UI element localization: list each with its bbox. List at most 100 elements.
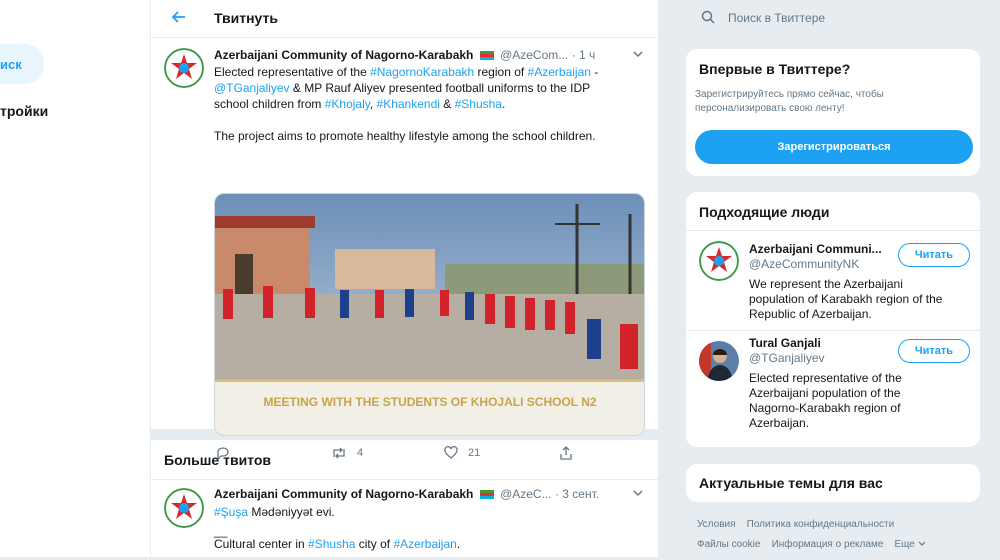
tweet-line: Cultural center in #Shusha city of #Azer… (214, 536, 644, 552)
tweet-line: #Şuşa Mədəniyyət evi. (214, 504, 644, 520)
like-button[interactable]: 21 (444, 446, 480, 460)
community-logo-icon (164, 488, 204, 528)
user-handle[interactable]: @AzeCommunityNK (749, 257, 859, 271)
tweet-media-video[interactable]: MEETING WITH THE STUDENTS OF KHOJALI SCH… (214, 193, 645, 436)
back-arrow-icon[interactable] (171, 9, 187, 25)
tweet-time[interactable]: · 1 ч (572, 48, 596, 62)
page-title: Твитнуть (214, 10, 278, 26)
footer-link-ads[interactable]: Информация о рекламе (772, 539, 884, 550)
tweet-line: __ (214, 524, 228, 538)
avatar[interactable] (164, 488, 204, 528)
nav-search[interactable]: иск (0, 44, 44, 84)
tweet-time[interactable]: · 3 сент. (555, 487, 599, 501)
chevron-down-icon[interactable] (632, 487, 644, 499)
share-button[interactable] (559, 446, 573, 460)
text: school children from (214, 97, 325, 111)
tweet[interactable]: Azerbaijani Community of Nagorno-Karabak… (151, 480, 658, 560)
new-to-twitter-card: Впервые в Твиттере? Зарегистрируйтесь пр… (685, 48, 981, 177)
video-caption: MEETING WITH THE STUDENTS OF KHOJALI SCH… (263, 395, 596, 409)
tweet[interactable]: Azerbaijani Community of Nagorno-Karabak… (151, 38, 658, 460)
chevron-down-icon[interactable] (632, 48, 644, 60)
text: & MP Rauf Aliyev presented football unif… (289, 81, 591, 95)
retweet-button[interactable]: 4 (331, 446, 363, 460)
tweet-author-name[interactable]: Azerbaijani Community of Nagorno-Karabak… (214, 48, 473, 62)
azerbaijan-flag-icon (479, 51, 494, 60)
follow-button[interactable]: Читать (898, 339, 970, 363)
signup-button[interactable]: Зарегистрироваться (695, 130, 973, 164)
tweet-text: #Şuşa Mədəniyyət evi. __ Cultural center… (214, 504, 644, 552)
tweet-author-name[interactable]: Azerbaijani Community of Nagorno-Karabak… (214, 487, 473, 501)
card-title: Подходящие люди (699, 204, 830, 220)
user-name[interactable]: Tural Ganjali (749, 336, 821, 350)
text-line: Зарегистрируйтесь прямо сейчас, чтобы (695, 89, 884, 100)
text: Elected representative of the (214, 65, 371, 79)
text: Mədəniyyət evi. (248, 505, 335, 519)
chevron-down-icon (918, 541, 926, 546)
like-icon (444, 446, 458, 459)
person-photo-icon (699, 341, 739, 381)
bio-line: Republic of Azerbaijan. (749, 307, 872, 321)
retweet-count: 4 (357, 447, 364, 459)
azerbaijan-flag-icon (479, 490, 494, 499)
who-to-follow-card: Подходящие люди Azerbaijani Communi... @… (685, 191, 982, 448)
suggested-user[interactable]: Tural Ganjali @TGanjaliyev Читать Electe… (686, 330, 982, 448)
user-name[interactable]: Azerbaijani Communi... (749, 242, 882, 256)
text: & (439, 97, 455, 111)
follow-button[interactable]: Читать (898, 243, 970, 267)
footer-link-cookies[interactable]: Файлы cookie (697, 539, 760, 550)
user-bio: We represent the Azerbaijani population … (749, 277, 942, 322)
search-icon (701, 10, 715, 24)
bio-line: population of Karabakh region of the (749, 292, 943, 306)
trends-card: Актуальные темы для вас (685, 463, 981, 503)
text: Cultural center in (214, 537, 309, 551)
hashtag-link[interactable]: #Shusha (455, 97, 502, 111)
hashtag-link[interactable]: #NagornoKarabakh (370, 65, 474, 79)
card-text: Зарегистрируйтесь прямо сейчас, чтобы пе… (686, 77, 980, 116)
like-count: 21 (468, 447, 481, 459)
search-input[interactable]: Поиск в Твиттере (685, 0, 981, 34)
avatar[interactable] (164, 48, 204, 88)
share-icon (560, 446, 572, 460)
hashtag-link[interactable]: #Khojaly (325, 97, 370, 111)
mention-link[interactable]: @TGanjaliyev (214, 81, 290, 95)
footer-link-more[interactable]: Еще (895, 539, 926, 550)
tweet-text: Elected representative of the #NagornoKa… (214, 64, 644, 144)
retweet-icon (333, 447, 345, 459)
text-line: персонализировать свою ленту! (695, 103, 845, 114)
hashtag-link[interactable]: #Şuşa (214, 505, 248, 519)
hashtag-link[interactable]: #Azerbaijan (528, 65, 591, 79)
user-bio: Elected representative of the Azerbaijan… (749, 371, 902, 431)
hashtag-link[interactable]: #Khankendi (377, 97, 440, 111)
left-navigation: иск тройки (0, 0, 150, 557)
bio-line: Elected representative of the (749, 371, 902, 385)
card-title: Актуальные темы для вас (699, 475, 883, 491)
search-placeholder: Поиск в Твиттере (728, 11, 826, 25)
reply-button[interactable] (216, 446, 230, 460)
text: , (369, 97, 377, 111)
user-handle[interactable]: @TGanjaliyev (749, 351, 825, 365)
avatar[interactable] (699, 341, 739, 381)
tweet-line: @TGanjaliyev & MP Rauf Aliyev presented … (214, 80, 644, 96)
main-column: Твитнуть Azerbaijani Community of Nagorn… (150, 0, 659, 560)
footer-link-privacy[interactable]: Политика конфиденциальности (747, 519, 895, 530)
nav-settings[interactable]: тройки (0, 103, 48, 119)
bio-line: Azerbaijani population of the (749, 386, 901, 400)
footer-row: Условия Политика конфиденциальности (697, 518, 894, 532)
suggested-user[interactable]: Azerbaijani Communi... @AzeCommunityNK Ч… (686, 230, 982, 330)
reply-icon (217, 447, 229, 460)
avatar[interactable] (699, 241, 739, 281)
tweet-author-handle[interactable]: @AzeCom... (500, 48, 568, 62)
hashtag-link[interactable]: #Azerbaijan (393, 537, 456, 551)
card-title: Впервые в Твиттере? (699, 61, 851, 77)
footer-link-terms[interactable]: Условия (697, 519, 736, 530)
tweet-author-handle[interactable]: @AzeC... (500, 487, 552, 501)
text: . (501, 97, 506, 111)
text: city of (355, 537, 394, 551)
page-header: Твитнуть (151, 0, 658, 38)
hashtag-link[interactable]: #Shusha (308, 537, 355, 551)
community-logo-icon (699, 241, 739, 281)
bio-line: Nagorno-Karabakh region of (749, 401, 901, 415)
bio-line: We represent the Azerbaijani (749, 277, 903, 291)
tweet-actions: 4 21 (214, 446, 574, 462)
text: . (456, 537, 461, 551)
